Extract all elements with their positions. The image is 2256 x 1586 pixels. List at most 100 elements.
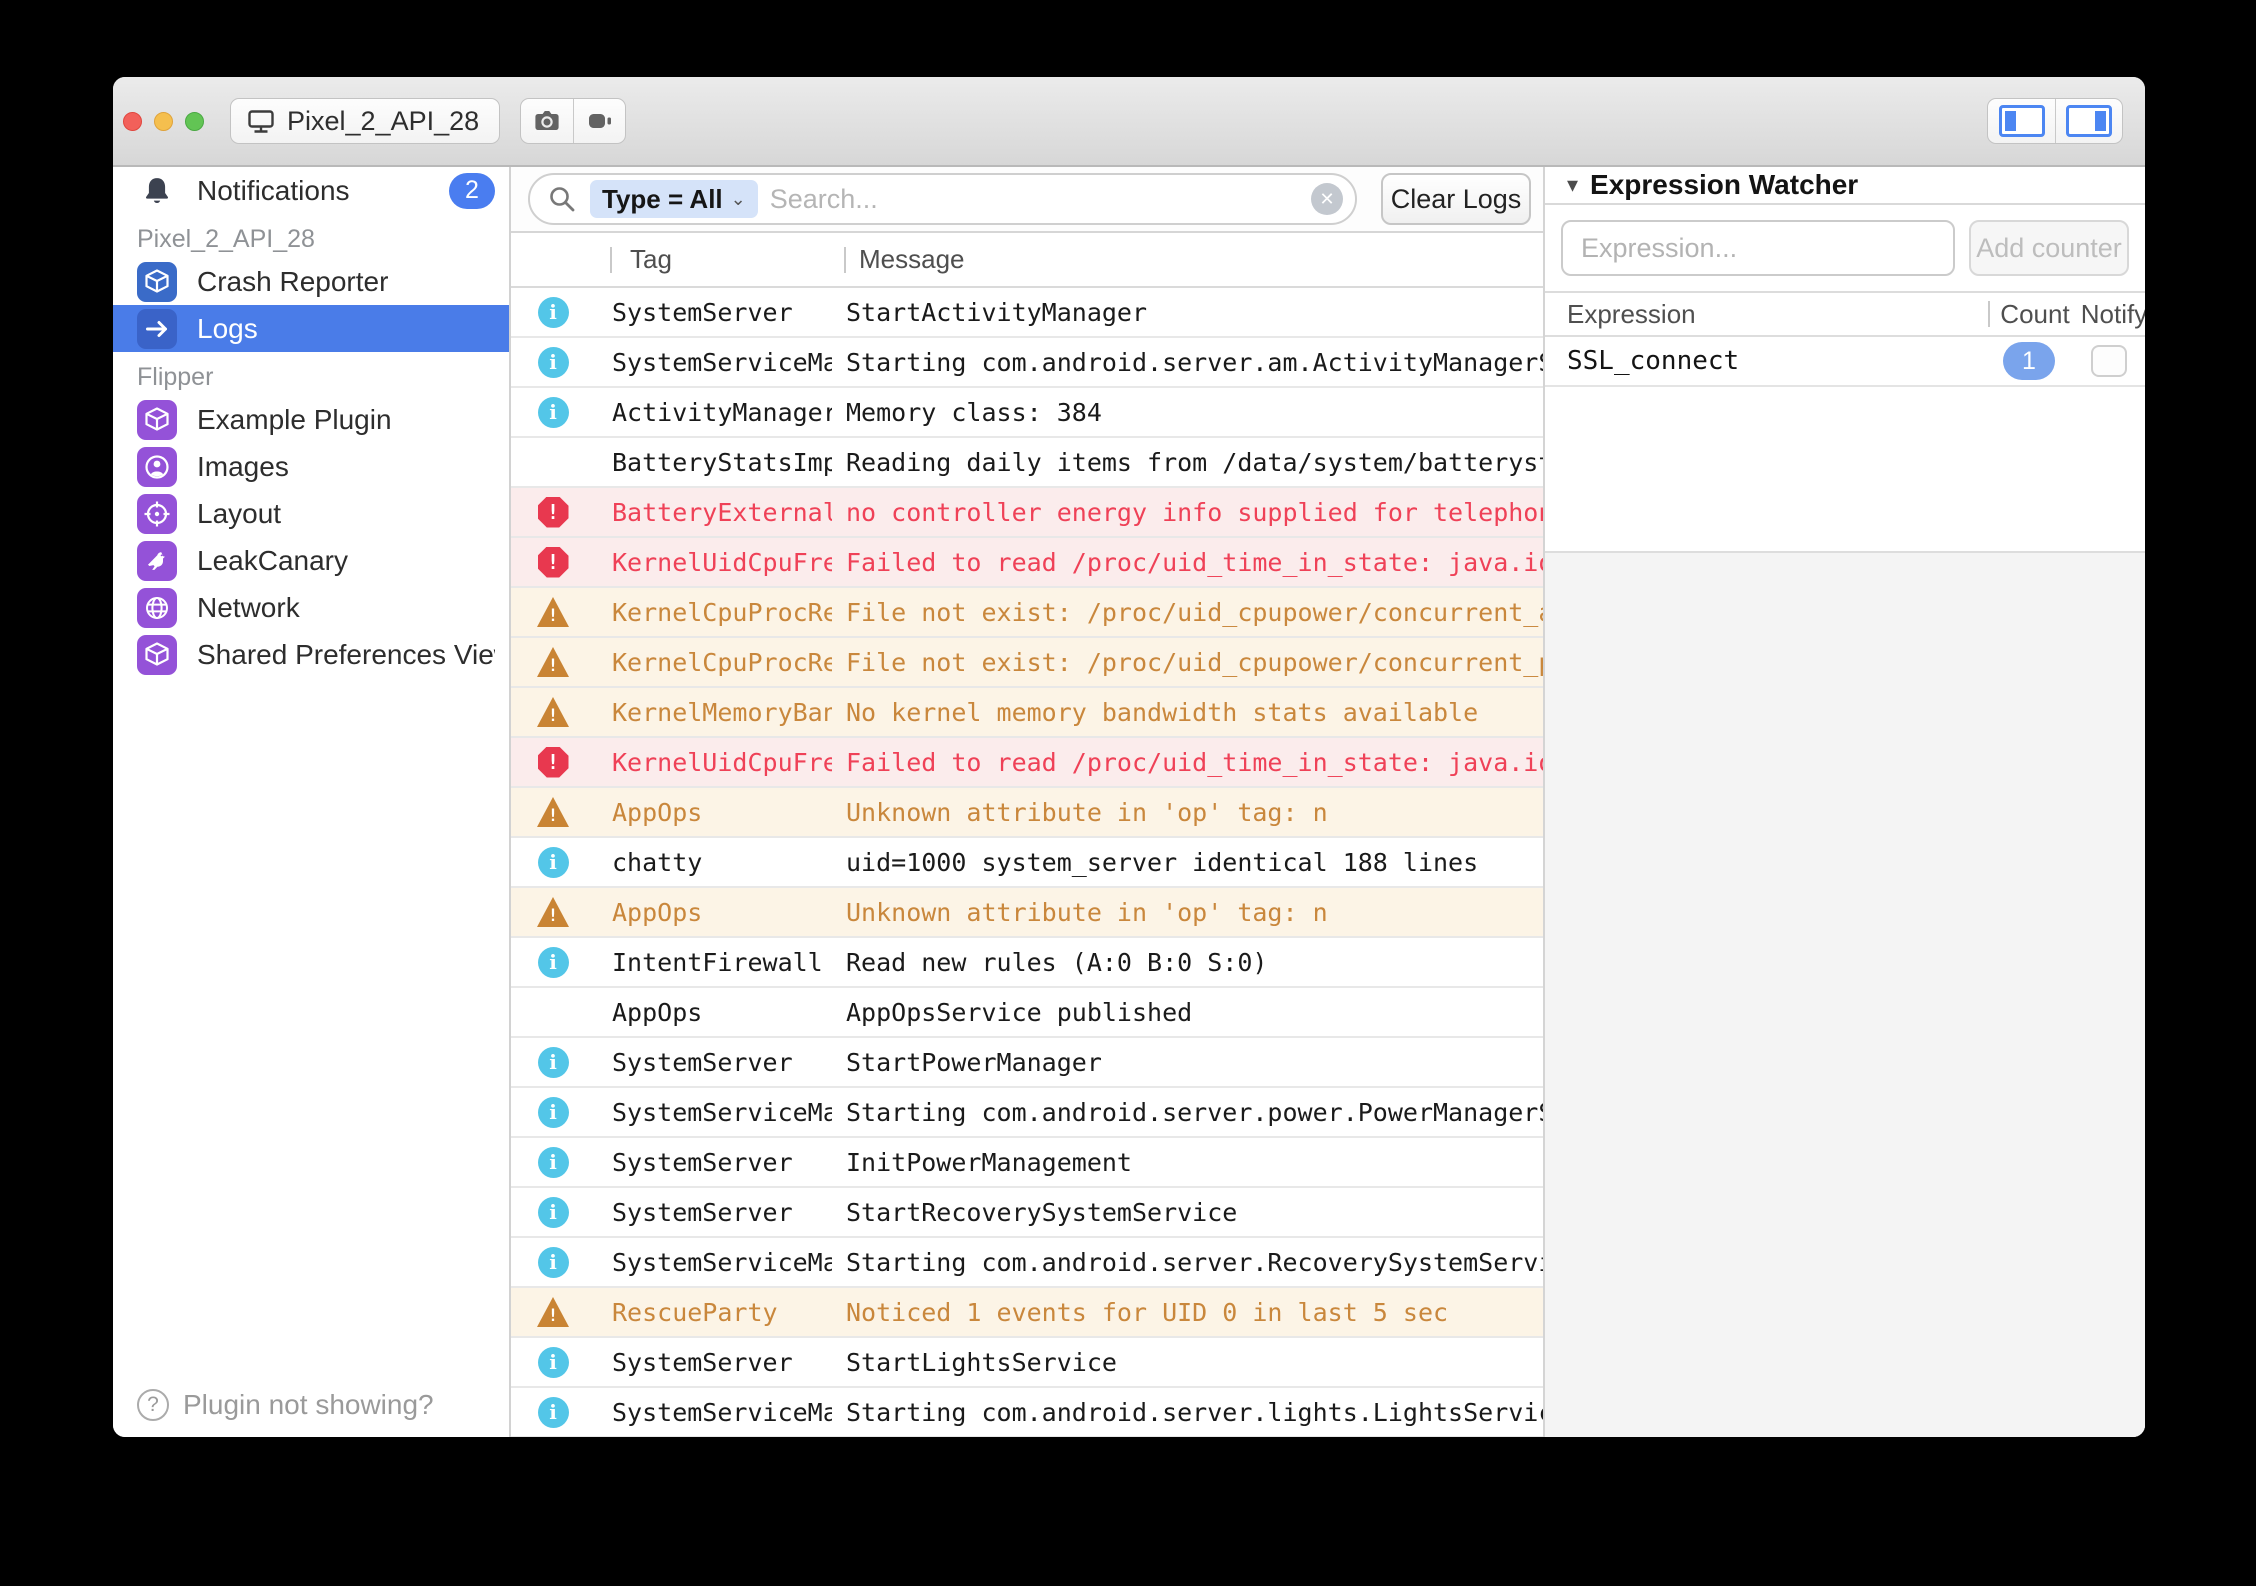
column-header-expression: Expression bbox=[1567, 299, 1985, 330]
log-message: Noticed 1 events for UID 0 in last 5 sec bbox=[846, 1298, 1543, 1327]
no-level-icon bbox=[537, 996, 569, 1028]
info-icon: i bbox=[538, 947, 569, 978]
box-icon bbox=[137, 262, 177, 302]
question-icon: ? bbox=[137, 1389, 169, 1421]
log-row[interactable]: ! RescueParty Noticed 1 events for UID 0 i… bbox=[511, 1288, 1543, 1338]
screen-record-button[interactable] bbox=[573, 99, 625, 143]
expression-input[interactable] bbox=[1561, 220, 1955, 276]
log-row[interactable]: iSystemServiceManagerStarting com.androi… bbox=[511, 338, 1543, 388]
capture-button-group bbox=[520, 98, 626, 144]
video-camera-icon bbox=[584, 105, 616, 137]
log-row[interactable]: !KernelUidCpuFreqTimeReaderFailed to rea… bbox=[511, 538, 1543, 588]
warning-icon: ! bbox=[537, 897, 569, 927]
log-row[interactable]: !AppOpsUnknown attribute in 'op' tag: n bbox=[511, 788, 1543, 838]
log-tag: RescueParty bbox=[612, 1298, 832, 1327]
log-row[interactable]: !KernelCpuProcReaderFile not exist: /pro… bbox=[511, 638, 1543, 688]
log-message: Starting com.android.server.RecoverySyst… bbox=[846, 1248, 1543, 1277]
log-row[interactable]: iSystemServiceManagerStarting com.androi… bbox=[511, 1088, 1543, 1138]
log-row[interactable]: i SystemServer InitPowerManagement bbox=[511, 1138, 1543, 1188]
info-icon: i bbox=[538, 1047, 569, 1078]
sidebar-item-label: Network bbox=[197, 592, 495, 624]
screenshot-button[interactable] bbox=[521, 99, 573, 143]
sidebar-item-label: Crash Reporter bbox=[197, 266, 495, 298]
clear-search-icon[interactable]: ✕ bbox=[1311, 183, 1343, 215]
search-bar[interactable]: Type = All ⌄ ✕ bbox=[528, 173, 1357, 225]
log-tag: KernelCpuProcReader bbox=[612, 598, 832, 627]
camera-icon bbox=[531, 105, 563, 137]
log-message: File not exist: /proc/uid_cpupower/concu… bbox=[846, 598, 1543, 627]
toggle-right-panel-button[interactable] bbox=[2055, 99, 2122, 143]
panel-toggle-group bbox=[1987, 98, 2123, 144]
arrow-right-icon bbox=[137, 309, 177, 349]
monitor-icon bbox=[245, 105, 277, 137]
notifications-count-badge: 2 bbox=[449, 173, 495, 209]
log-tag: SystemServer bbox=[612, 298, 832, 327]
sidebar-item-leakcanary[interactable]: LeakCanary bbox=[113, 537, 509, 584]
log-row[interactable]: BatteryStatsImplReading daily items from… bbox=[511, 438, 1543, 488]
info-icon: i bbox=[538, 1147, 569, 1178]
log-row[interactable]: iSystemServerStartLightsService bbox=[511, 1338, 1543, 1388]
expression-row[interactable]: SSL_connect 1 bbox=[1545, 337, 2145, 387]
close-button[interactable] bbox=[123, 112, 142, 131]
log-row[interactable]: iActivityManagerMemory class: 384 bbox=[511, 388, 1543, 438]
log-row[interactable]: !AppOpsUnknown attribute in 'op' tag: n bbox=[511, 888, 1543, 938]
log-row[interactable]: iSystemServiceManagerStarting com.androi… bbox=[511, 1238, 1543, 1288]
log-row[interactable]: !KernelMemoryBandwidthStatsNo kernel mem… bbox=[511, 688, 1543, 738]
log-row[interactable]: !BatteryExternalStatsWorkerno controller… bbox=[511, 488, 1543, 538]
log-message: StartLightsService bbox=[846, 1348, 1543, 1377]
info-icon: i bbox=[538, 297, 569, 328]
zoom-button[interactable] bbox=[185, 112, 204, 131]
log-row[interactable]: !KernelCpuProcReaderFile not exist: /pro… bbox=[511, 588, 1543, 638]
notify-checkbox[interactable] bbox=[2091, 345, 2127, 377]
add-counter-button[interactable]: Add counter bbox=[1969, 220, 2129, 276]
logs-toolbar: Type = All ⌄ ✕ Clear Logs bbox=[511, 167, 1543, 233]
bird-icon bbox=[137, 541, 177, 581]
log-tag: KernelMemoryBandwidthStats bbox=[612, 698, 832, 727]
info-icon: i bbox=[538, 397, 569, 428]
log-tag: SystemServer bbox=[612, 1148, 832, 1177]
search-input[interactable] bbox=[770, 184, 1299, 215]
log-row[interactable]: !KernelUidCpuFreqTimeReaderFailed to rea… bbox=[511, 738, 1543, 788]
log-row[interactable]: iSystemServerStartRecoverySystemService bbox=[511, 1188, 1543, 1238]
traffic-lights bbox=[123, 112, 230, 131]
log-message: StartPowerManager bbox=[846, 1048, 1543, 1077]
info-icon: i bbox=[538, 1347, 569, 1378]
sidebar-item-crash-reporter[interactable]: Crash Reporter bbox=[113, 258, 509, 305]
log-message: No kernel memory bandwidth stats availab… bbox=[846, 698, 1543, 727]
log-row[interactable]: i SystemServer StartActivityManager bbox=[511, 288, 1543, 338]
sidebar-item-network[interactable]: Network bbox=[113, 584, 509, 631]
log-tag: KernelUidCpuFreqTimeReader bbox=[612, 548, 832, 577]
log-row[interactable]: ichattyuid=1000 system_server identical … bbox=[511, 838, 1543, 888]
plugin-not-showing-link[interactable]: ? Plugin not showing? bbox=[113, 1373, 509, 1437]
log-message: Starting com.android.server.am.ActivityM… bbox=[846, 348, 1543, 377]
column-header-message: Message bbox=[859, 244, 965, 275]
warning-icon: ! bbox=[537, 1297, 569, 1327]
column-header-count: Count bbox=[2000, 299, 2069, 330]
log-row[interactable]: i SystemServer StartPowerManager bbox=[511, 1038, 1543, 1088]
sidebar-item-example-plugin[interactable]: Example Plugin bbox=[113, 396, 509, 443]
expression-watcher-header[interactable]: ▾ Expression Watcher bbox=[1545, 167, 2145, 205]
sidebar-item-layout[interactable]: Layout bbox=[113, 490, 509, 537]
log-row[interactable]: iIntentFirewallRead new rules (A:0 B:0 S… bbox=[511, 938, 1543, 988]
sidebar-item-notifications[interactable]: Notifications2 bbox=[113, 167, 509, 214]
log-tag: SystemServer bbox=[612, 1048, 832, 1077]
expression-value: SSL_connect bbox=[1567, 346, 1985, 376]
minimize-button[interactable] bbox=[154, 112, 173, 131]
log-message: InitPowerManagement bbox=[846, 1148, 1543, 1177]
expression-watcher-panel: ▾ Expression Watcher Add counter Express… bbox=[1545, 167, 2145, 1437]
column-header-tag: Tag bbox=[630, 244, 672, 275]
log-message: no controller energy info supplied for t… bbox=[846, 498, 1543, 527]
log-message: StartActivityManager bbox=[846, 298, 1543, 327]
toggle-left-panel-button[interactable] bbox=[1988, 99, 2055, 143]
expression-table-header: Expression Count Notify bbox=[1545, 293, 2145, 337]
log-row[interactable]: AppOpsAppOpsService published bbox=[511, 988, 1543, 1038]
sidebar-item-images[interactable]: Images bbox=[113, 443, 509, 490]
sidebar-item-logs[interactable]: Logs bbox=[113, 305, 509, 352]
device-selector-button[interactable]: Pixel_2_API_28 bbox=[230, 98, 500, 144]
sidebar-item-shared-preferences-viewer[interactable]: Shared Preferences Viewer bbox=[113, 631, 509, 678]
log-message: Unknown attribute in 'op' tag: n bbox=[846, 798, 1543, 827]
clear-logs-button[interactable]: Clear Logs bbox=[1381, 173, 1531, 225]
log-tag: BatteryStatsImpl bbox=[612, 448, 832, 477]
log-row[interactable]: iSystemServiceManagerStarting com.androi… bbox=[511, 1388, 1543, 1437]
type-filter-chip[interactable]: Type = All ⌄ bbox=[590, 180, 758, 218]
